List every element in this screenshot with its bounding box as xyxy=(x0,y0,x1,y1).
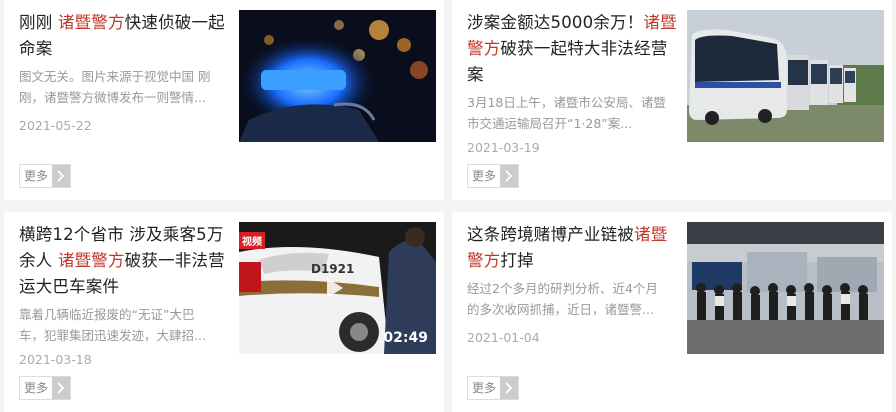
more-button[interactable]: 更多 xyxy=(19,164,72,188)
news-card[interactable]: 这条跨境赌博产业链被诸暨警方打掉 经过2个多月的研判分析、近4个月的多次收网抓捕… xyxy=(452,212,892,412)
news-title[interactable]: 横跨12个省市 涉及乘客5万余人 诸暨警方破获一非法营运大巴车案件 xyxy=(19,222,229,300)
title-text[interactable]: 这条跨境赌博产业链被 xyxy=(467,225,634,244)
video-thumbnail[interactable]: 视频 D1921 02:49 xyxy=(239,222,436,354)
news-date: 2021-05-22 xyxy=(19,118,92,133)
news-title[interactable]: 这条跨境赌博产业链被诸暨警方打掉 xyxy=(467,222,677,274)
video-badge: 视频 xyxy=(239,232,265,249)
chevron-right-icon xyxy=(52,377,71,399)
news-card[interactable]: 横跨12个省市 涉及乘客5万余人 诸暨警方破获一非法营运大巴车案件 靠着几辆临近… xyxy=(4,212,444,412)
news-date: 2021-03-18 xyxy=(19,352,92,367)
title-highlight[interactable]: 诸暨警方 xyxy=(58,251,125,270)
more-label: 更多 xyxy=(472,381,497,395)
more-button[interactable]: 更多 xyxy=(467,164,520,188)
more-label: 更多 xyxy=(24,381,49,395)
title-text[interactable]: 涉案金额达5000余万！ xyxy=(467,13,643,32)
video-duration: 02:49 xyxy=(383,330,428,346)
news-summary: 经过2个多月的研判分析、近4个月的多次收网抓捕，近日，诸暨警... xyxy=(467,281,658,317)
news-title[interactable]: 刚刚 诸暨警方快速侦破一起命案 xyxy=(19,10,229,62)
news-date: 2021-01-04 xyxy=(467,330,540,345)
police-light-photo-icon xyxy=(239,10,436,142)
play-icon[interactable] xyxy=(327,278,343,298)
chevron-right-icon xyxy=(500,377,519,399)
plate-text: D1921 xyxy=(311,262,355,276)
more-label: 更多 xyxy=(24,169,49,183)
news-card[interactable]: 涉案金额达5000余万！诸暨警方破获一起特大非法经营案 3月18日上午，诸暨市公… xyxy=(452,0,892,200)
title-text[interactable]: 刚刚 xyxy=(19,13,58,32)
news-summary: 靠着几辆临近报废的“无证”大巴车，犯罪集团迅速发迹，大肆招... xyxy=(19,307,206,343)
news-title[interactable]: 涉案金额达5000余万！诸暨警方破获一起特大非法经营案 xyxy=(467,10,677,88)
chevron-right-icon xyxy=(500,165,519,187)
news-card[interactable]: 刚刚 诸暨警方快速侦破一起命案 图文无关。图片来源于视觉中国 刚刚，诸暨警方微博… xyxy=(4,0,444,200)
news-date: 2021-03-19 xyxy=(467,140,540,155)
news-summary: 图文无关。图片来源于视觉中国 刚刚，诸暨警方微博发布一则警情... xyxy=(19,69,211,105)
title-highlight[interactable]: 诸暨警方 xyxy=(58,13,125,32)
news-summary: 3月18日上午，诸暨市公安局、诸暨市交通运输局召开“1·28”案... xyxy=(467,95,666,131)
suspects-group-photo-icon xyxy=(687,222,884,354)
news-grid: 刚刚 诸暨警方快速侦破一起命案 图文无关。图片来源于视觉中国 刚刚，诸暨警方微博… xyxy=(0,0,896,412)
news-thumbnail[interactable] xyxy=(239,10,436,142)
more-button[interactable]: 更多 xyxy=(19,376,72,400)
news-thumbnail[interactable] xyxy=(687,10,884,142)
news-thumbnail[interactable] xyxy=(687,222,884,354)
chevron-right-icon xyxy=(52,165,71,187)
buses-photo-icon xyxy=(687,10,884,142)
title-text[interactable]: 打掉 xyxy=(500,251,533,270)
more-button[interactable]: 更多 xyxy=(467,376,520,400)
more-label: 更多 xyxy=(472,169,497,183)
